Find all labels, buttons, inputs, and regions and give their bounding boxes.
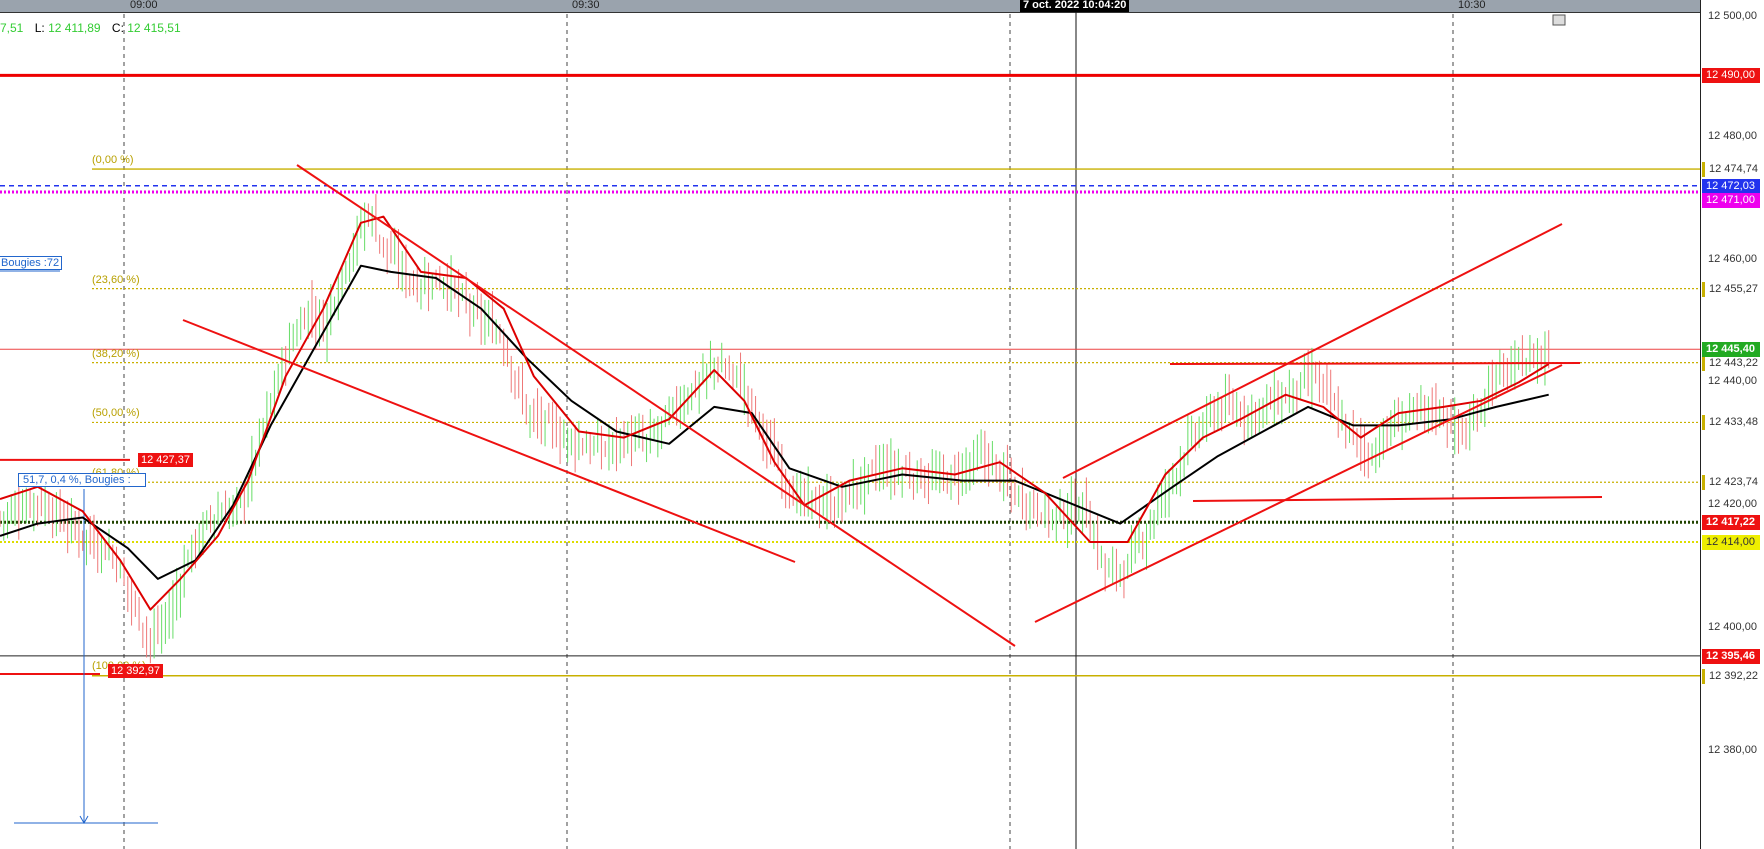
price-label-6: 12 395,46 [1702, 648, 1760, 664]
y-tick-2: 12 460,00 [1708, 252, 1757, 265]
marker-label-high: 12 427,37 [138, 452, 193, 467]
time-tick-0930: 09:30 [572, 0, 600, 11]
bougies-count-label[interactable]: Bougies :72 [0, 256, 63, 270]
fibo-price-label-2: 12 443,22 [1702, 355, 1760, 371]
ohlc-low-value: 12 411,89 [48, 21, 101, 35]
ohlc-readout: 7,51 L: 12 411,89 C: 12 415,51 [0, 21, 181, 35]
fibo-label-1: (23,60 %) [92, 273, 140, 286]
price-label-3: 12 445,40 [1702, 342, 1760, 358]
measure-label[interactable]: 51,7, 0,4 %, Bougies : [18, 473, 146, 487]
y-tick-0: 12 500,00 [1708, 10, 1757, 22]
y-tick-5: 12 400,00 [1708, 620, 1757, 633]
marker-label-low: 12 392,97 [108, 664, 163, 679]
time-tick-0900: 09:00 [130, 0, 158, 11]
horizontal-support [1192, 496, 1603, 502]
uptrend-lower [1034, 364, 1563, 623]
fibo-label-3: (50,00 %) [92, 407, 140, 420]
cursor-time-label: 7 oct. 2022 10:04:20 [1020, 0, 1130, 12]
ma-fast-line [0, 215, 1550, 611]
downtrend-upper [296, 164, 1016, 647]
time-tick-1030: 10:30 [1458, 0, 1486, 11]
y-tick-3: 12 440,00 [1708, 375, 1757, 388]
price-label-0: 12 490,00 [1702, 68, 1760, 84]
price-label-5: 12 414,00 [1702, 535, 1760, 550]
price-chart[interactable] [0, 0, 1764, 849]
y-tick-6: 12 380,00 [1708, 743, 1757, 756]
ohlc-close-label: C: [111, 21, 124, 35]
fibo-label-0: (0,00 %) [92, 154, 134, 167]
y-tick-4: 12 420,00 [1708, 498, 1757, 511]
y-tick-1: 12 480,00 [1708, 129, 1757, 142]
ohlc-low-label: L: [34, 21, 45, 35]
fibo-price-label-0: 12 474,74 [1702, 162, 1760, 178]
fibo-label-2: (38,20 %) [92, 347, 140, 360]
uptrend-upper [1062, 223, 1563, 479]
fibo-price-label-4: 12 423,74 [1702, 475, 1760, 491]
ohlc-close-value: 12 415,51 [127, 21, 181, 35]
fibo-price-label-5: 12 392,22 [1702, 668, 1760, 684]
ohlc-prefix-value: 7,51 [0, 21, 24, 35]
fibo-price-label-1: 12 455,27 [1702, 281, 1760, 297]
horizontal-resistance [1169, 362, 1581, 365]
fibo-price-label-3: 12 433,48 [1702, 415, 1760, 431]
price-label-4: 12 417,22 [1702, 515, 1760, 531]
price-label-2: 12 471,00 [1702, 193, 1760, 209]
home-marker [1552, 14, 1566, 26]
price-label-1: 12 472,03 [1702, 178, 1760, 194]
